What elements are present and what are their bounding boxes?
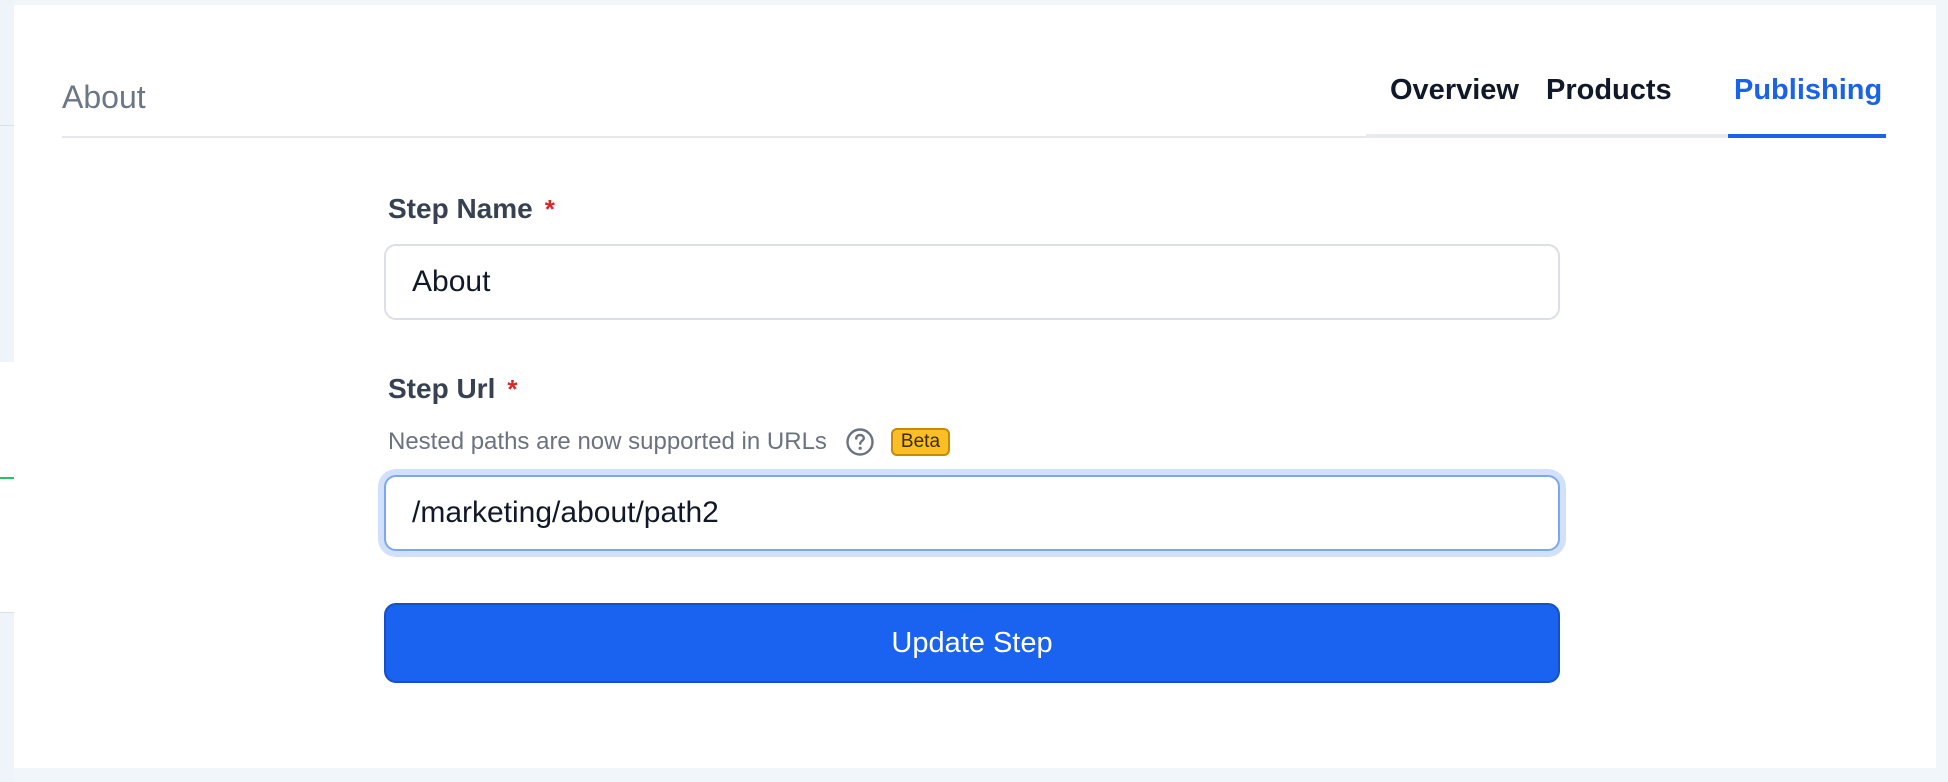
step-url-helper: Nested paths are now supported in URLs B…: [388, 425, 951, 459]
step-url-input[interactable]: [384, 475, 1560, 551]
required-indicator: *: [507, 374, 518, 404]
step-name-label: Step Name *: [388, 191, 555, 227]
background-divider: [0, 612, 14, 613]
page-title: About: [62, 79, 146, 115]
update-step-button[interactable]: Update Step: [384, 603, 1560, 683]
step-url-label-text: Step Url: [388, 373, 496, 404]
background-sidebar-edge: [0, 0, 14, 782]
tab-bar: Overview Products Publishing: [1366, 60, 1886, 138]
tab-products[interactable]: Products: [1546, 70, 1672, 110]
question-circle-icon[interactable]: [845, 427, 875, 457]
required-indicator: *: [544, 194, 555, 224]
background-row-highlight: [0, 362, 14, 612]
step-url-label: Step Url *: [388, 371, 517, 407]
beta-badge: Beta: [890, 428, 951, 456]
step-settings-panel: About Overview Products Publishing Step …: [14, 5, 1936, 768]
tab-overview[interactable]: Overview: [1390, 70, 1519, 110]
step-name-input[interactable]: [384, 244, 1560, 320]
active-tab-indicator: [1728, 134, 1886, 138]
background-divider: [0, 125, 14, 126]
step-name-label-text: Step Name: [388, 193, 533, 224]
helper-text: Nested paths are now supported in URLs: [388, 428, 827, 455]
background-status-line: [0, 477, 14, 479]
tab-publishing[interactable]: Publishing: [1734, 70, 1882, 110]
